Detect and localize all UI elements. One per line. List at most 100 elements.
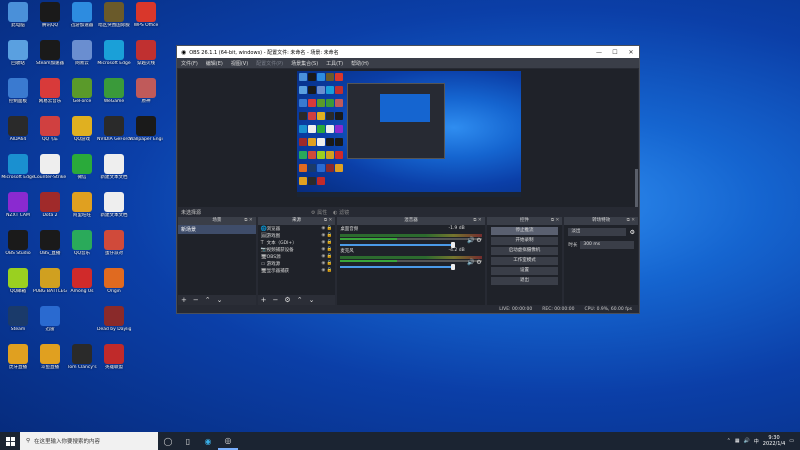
preview-canvas[interactable]	[178, 69, 638, 229]
menu-help[interactable]: 帮助(H)	[351, 60, 369, 67]
desktop-icon[interactable]: Dota 2	[33, 192, 67, 219]
lock-icon[interactable]: 🔒	[327, 268, 333, 273]
desktop-icon[interactable]: QQ飞车	[33, 116, 67, 143]
source-settings-icon[interactable]: ⚙	[284, 296, 290, 304]
lock-icon[interactable]: 🔒	[327, 261, 333, 266]
desktop-icon[interactable]: 穿越火线	[129, 40, 163, 67]
duration-input[interactable]: 300 ms	[580, 241, 634, 249]
control-button[interactable]: 启动虚拟摄像机	[490, 247, 559, 255]
desktop-icon[interactable]: NVIDIA GeForce	[97, 116, 131, 143]
scene-list-item[interactable]: 新场景	[178, 225, 256, 234]
menu-tools[interactable]: 工具(T)	[326, 60, 343, 67]
menu-file[interactable]: 文件(F)	[181, 60, 198, 67]
desktop-icon[interactable]: OBS Studio	[1, 230, 35, 257]
speaker-icon[interactable]: 🔊	[467, 237, 474, 244]
desktop-icon[interactable]: 迅游加速器	[65, 2, 99, 29]
desktop-icon[interactable]: OBS_直播	[33, 230, 67, 257]
desktop-icon[interactable]: 网易云音乐	[33, 78, 67, 105]
source-item[interactable]: T 文本（GDI+） ◉ 🔒	[258, 239, 336, 246]
minimize-button[interactable]: —	[591, 49, 607, 56]
dock-close-icon[interactable]: ⧉ ✕	[324, 217, 332, 225]
lock-icon[interactable]: 🔒	[327, 254, 333, 259]
visibility-eye-icon[interactable]: ◉	[321, 261, 325, 266]
volume-slider[interactable]	[340, 264, 456, 270]
desktop-icon[interactable]: PUBG BATTLEGROUNDS	[33, 268, 67, 295]
clock[interactable]: 9:30 2022/1/4	[763, 435, 785, 447]
desktop-icon[interactable]: 控制面板	[1, 78, 35, 105]
add-source-icon[interactable]: +	[261, 296, 267, 304]
source-item[interactable]: 🌐 浏览器 ◉ 🔒	[258, 225, 336, 232]
desktop-icon[interactable]: 阿里旺旺	[65, 192, 99, 219]
lock-icon[interactable]: 🔒	[327, 240, 333, 245]
add-scene-icon[interactable]: +	[181, 296, 187, 304]
visibility-eye-icon[interactable]: ◉	[321, 233, 325, 238]
visibility-eye-icon[interactable]: ◉	[321, 226, 325, 231]
desktop-icon[interactable]: 腾讯QQ	[33, 2, 67, 29]
properties-button[interactable]: ⚙ 属性	[311, 209, 327, 216]
desktop-icon[interactable]: QQ邮箱	[1, 268, 35, 295]
move-up-icon[interactable]: ⌃	[297, 296, 303, 304]
control-button[interactable]: 退出	[490, 277, 559, 285]
desktop-icon[interactable]: Counter-Strike	[33, 154, 67, 181]
transition-settings-icon[interactable]: ⚙	[630, 229, 635, 236]
lock-icon[interactable]: 🔒	[327, 226, 333, 231]
control-button[interactable]: 设置	[490, 267, 559, 275]
desktop-icon[interactable]: 暗区突围国际服	[97, 2, 131, 29]
desktop-icon[interactable]: 蛋仔派对	[97, 230, 131, 257]
title-bar[interactable]: ◉ OBS 26.1.1 (64-bit, windows) - 配置文件: 未…	[177, 46, 639, 58]
move-down-icon[interactable]: ⌄	[309, 296, 315, 304]
desktop-icon[interactable]: 迅雷	[33, 306, 67, 333]
volume-icon[interactable]: 🔊	[744, 438, 750, 444]
close-button[interactable]: ✕	[623, 49, 639, 56]
source-item[interactable]: 🖥 显示器捕获 ◉ 🔒	[258, 267, 336, 274]
desktop-icon[interactable]: Origin	[97, 268, 131, 295]
desktop-icon[interactable]: 斗鱼直播	[33, 344, 67, 371]
desktop-icon[interactable]: 新建文本文档	[97, 192, 131, 219]
dock-close-icon[interactable]: ⧉ ✕	[627, 217, 635, 225]
desktop-icon[interactable]: 微信	[65, 154, 99, 181]
channel-settings-icon[interactable]: ⚙	[476, 237, 481, 244]
desktop-icon[interactable]: 此电脑	[1, 2, 35, 29]
network-icon[interactable]: ▦	[735, 438, 740, 444]
desktop-icon[interactable]: 虎牙直播	[1, 344, 35, 371]
control-button[interactable]: 开始录制	[490, 237, 559, 245]
desktop-icon[interactable]: GeForce	[65, 78, 99, 105]
remove-scene-icon[interactable]: −	[193, 296, 199, 304]
source-item[interactable]: ▭ 游戏源 ◉ 🔒	[258, 260, 336, 267]
desktop-icon[interactable]: QQ游戏	[65, 116, 99, 143]
desktop-icon[interactable]: QQ音乐	[65, 230, 99, 257]
visibility-eye-icon[interactable]: ◉	[321, 240, 325, 245]
desktop-icon[interactable]: Among Us	[65, 268, 99, 295]
menu-scene-collection[interactable]: 场景集合(S)	[291, 60, 318, 67]
multitask-icon[interactable]: ▯	[178, 432, 198, 450]
source-item[interactable]: 📷 视频捕获设备 ◉ 🔒	[258, 246, 336, 253]
lock-icon[interactable]: 🔒	[327, 233, 333, 238]
desktop-icon[interactable]: NZXT CAM	[1, 192, 35, 219]
desktop-icon[interactable]: Tom Clancy's	[65, 344, 99, 371]
desktop-icon[interactable]: Microsoft Edge	[1, 154, 35, 181]
channel-settings-icon[interactable]: ⚙	[476, 259, 481, 266]
control-button[interactable]: 停止推流	[490, 227, 559, 235]
filters-button[interactable]: ◐ 滤镜	[333, 209, 349, 216]
desktop-icon[interactable]: 新建文本文档	[97, 154, 131, 181]
notification-icon[interactable]: ▭	[789, 438, 794, 444]
dock-close-icon[interactable]: ⧉ ✕	[473, 217, 481, 225]
desktop-icon[interactable]: 网易云	[65, 40, 99, 67]
desktop-icon[interactable]: Steam加速器	[33, 40, 67, 67]
desktop-icon[interactable]: AIDA64	[1, 116, 35, 143]
move-down-icon[interactable]: ⌄	[217, 296, 223, 304]
dock-close-icon[interactable]: ⧉ ✕	[244, 217, 252, 225]
visibility-eye-icon[interactable]: ◉	[321, 247, 325, 252]
taskbar-search[interactable]: ⚲ 在这里输入你要搜索的内容	[20, 432, 158, 450]
desktop-icon[interactable]: Dead by Daylight	[97, 306, 131, 333]
obs-taskbar-icon[interactable]: ◎	[218, 432, 238, 450]
visibility-eye-icon[interactable]: ◉	[321, 254, 325, 259]
desktop-icon[interactable]: Steam	[1, 306, 35, 333]
start-button[interactable]	[0, 432, 20, 450]
menu-edit[interactable]: 编辑(E)	[206, 60, 223, 67]
maximize-button[interactable]: ☐	[607, 49, 623, 56]
source-item[interactable]: 🖥 OBS源 ◉ 🔒	[258, 253, 336, 260]
ime-icon[interactable]: 中	[754, 438, 759, 445]
tray-arrow-icon[interactable]: ⌃	[727, 438, 731, 444]
source-item[interactable]: 🖼 游戏图 ◉ 🔒	[258, 232, 336, 239]
